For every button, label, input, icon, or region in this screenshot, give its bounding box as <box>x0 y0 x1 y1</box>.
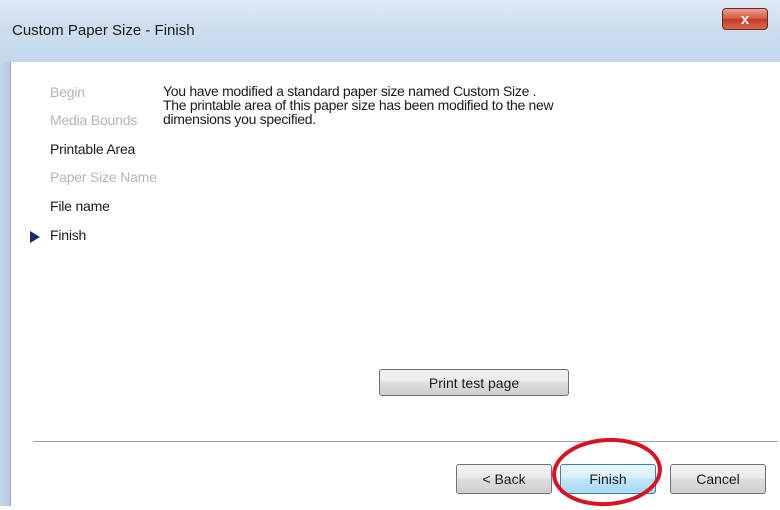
wizard-client-area <box>10 62 780 506</box>
message-line-1: You have modified a standard paper size … <box>163 83 537 99</box>
window-title: Custom Paper Size - Finish <box>12 22 195 39</box>
step-media-bounds: Media Bounds <box>50 112 138 128</box>
step-begin: Begin <box>50 84 85 100</box>
finish-button[interactable]: Finish <box>560 464 656 494</box>
message-line-3: dimensions you specified. <box>163 111 316 127</box>
back-button[interactable]: < Back <box>456 464 552 494</box>
close-icon: x <box>740 11 750 28</box>
close-button[interactable]: x <box>722 8 768 30</box>
message-line-2: The printable area of this paper size ha… <box>163 97 554 113</box>
current-step-arrow-icon <box>30 231 40 243</box>
step-finish: Finish <box>50 227 87 243</box>
step-file-name: File name <box>50 198 110 214</box>
button-divider <box>33 441 778 443</box>
title-bar[interactable]: Custom Paper Size - Finish x <box>0 0 780 62</box>
step-printable-area: Printable Area <box>50 141 136 157</box>
print-test-page-button[interactable]: Print test page <box>379 369 569 396</box>
finish-message: You have modified a standard paper size … <box>163 84 623 126</box>
cancel-button[interactable]: Cancel <box>670 464 766 494</box>
step-paper-size-name: Paper Size Name <box>50 169 157 185</box>
window-left-border <box>0 62 10 506</box>
